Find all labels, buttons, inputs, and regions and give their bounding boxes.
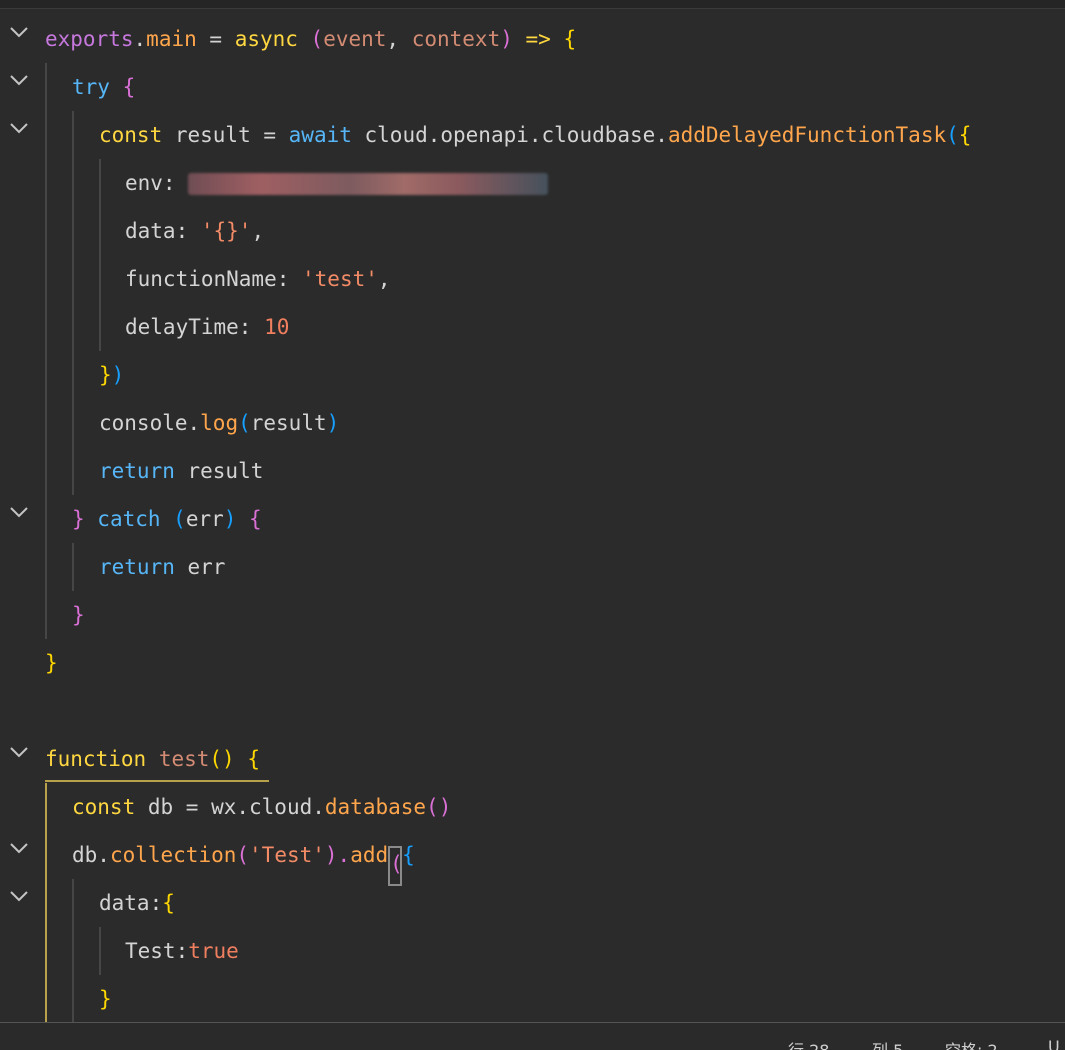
chevron-down-icon[interactable] xyxy=(8,741,30,763)
chevron-down-icon[interactable] xyxy=(8,69,30,91)
code-text[interactable]: env: xyxy=(125,167,549,199)
code-line: Test:true xyxy=(0,927,1065,975)
chevron-down-icon[interactable] xyxy=(8,21,30,43)
code-line: } catch (err) { xyxy=(0,495,1065,543)
code-line: exports.main = async (event, context) =>… xyxy=(0,15,1065,63)
code-line: return result xyxy=(0,447,1065,495)
editor-top-edge xyxy=(0,0,1065,9)
code-line: function test() { xyxy=(0,735,1065,783)
redacted-env-value xyxy=(188,173,549,195)
code-text[interactable]: return result xyxy=(99,455,263,487)
code-text[interactable]: }) xyxy=(99,359,124,391)
status-column[interactable]: 列 5 xyxy=(872,1037,903,1050)
chevron-down-icon[interactable] xyxy=(8,501,30,523)
chevron-down-icon[interactable] xyxy=(8,117,30,139)
code-line: return err xyxy=(0,543,1065,591)
code-text[interactable]: delayTime: 10 xyxy=(125,311,289,343)
code-text[interactable]: } catch (err) { xyxy=(72,503,262,535)
code-editor[interactable]: exports.main = async (event, context) =>… xyxy=(0,0,1065,1050)
chevron-down-icon[interactable] xyxy=(8,837,30,859)
code-line: db.collection('Test').add({ xyxy=(0,831,1065,886)
code-line: env: xyxy=(0,159,1065,207)
code-text[interactable]: } xyxy=(72,599,85,631)
code-text[interactable]: Test:true xyxy=(125,935,239,967)
status-bar: 行 28 列 5 空格: 2 U xyxy=(0,1022,1065,1050)
code-line: }) xyxy=(0,351,1065,399)
code-text[interactable]: } xyxy=(45,647,58,679)
code-line: const result = await cloud.openapi.cloud… xyxy=(0,111,1065,159)
code-text[interactable]: data:{ xyxy=(99,887,175,919)
code-line: try { xyxy=(0,63,1065,111)
code-text[interactable]: const result = await cloud.openapi.cloud… xyxy=(99,119,971,151)
code-text[interactable]: function test() { xyxy=(45,743,260,775)
code-text[interactable]: data: '{}', xyxy=(125,215,264,247)
code-text[interactable]: try { xyxy=(72,71,135,103)
code-line: data: '{}', xyxy=(0,207,1065,255)
code-text[interactable]: return err xyxy=(99,551,225,583)
code-text[interactable]: console.log(result) xyxy=(99,407,339,439)
status-indentation[interactable]: 空格: 2 xyxy=(945,1037,998,1050)
code-line: const db = wx.cloud.database() xyxy=(0,783,1065,831)
status-line[interactable]: 行 28 xyxy=(788,1037,829,1050)
code-text[interactable]: } xyxy=(99,983,112,1015)
code-line: delayTime: 10 xyxy=(0,303,1065,351)
code-line: data:{ xyxy=(0,879,1065,927)
code-line: functionName: 'test', xyxy=(0,255,1065,303)
code-text[interactable]: exports.main = async (event, context) =>… xyxy=(45,23,576,55)
code-line: } xyxy=(0,591,1065,639)
status-encoding[interactable]: U xyxy=(1048,1037,1060,1050)
code-line: } xyxy=(0,975,1065,1023)
code-line: } xyxy=(0,639,1065,687)
code-text[interactable]: functionName: 'test', xyxy=(125,263,391,295)
code-line: console.log(result) xyxy=(0,399,1065,447)
chevron-down-icon[interactable] xyxy=(8,885,30,907)
code-text[interactable]: const db = wx.cloud.database() xyxy=(72,791,451,823)
